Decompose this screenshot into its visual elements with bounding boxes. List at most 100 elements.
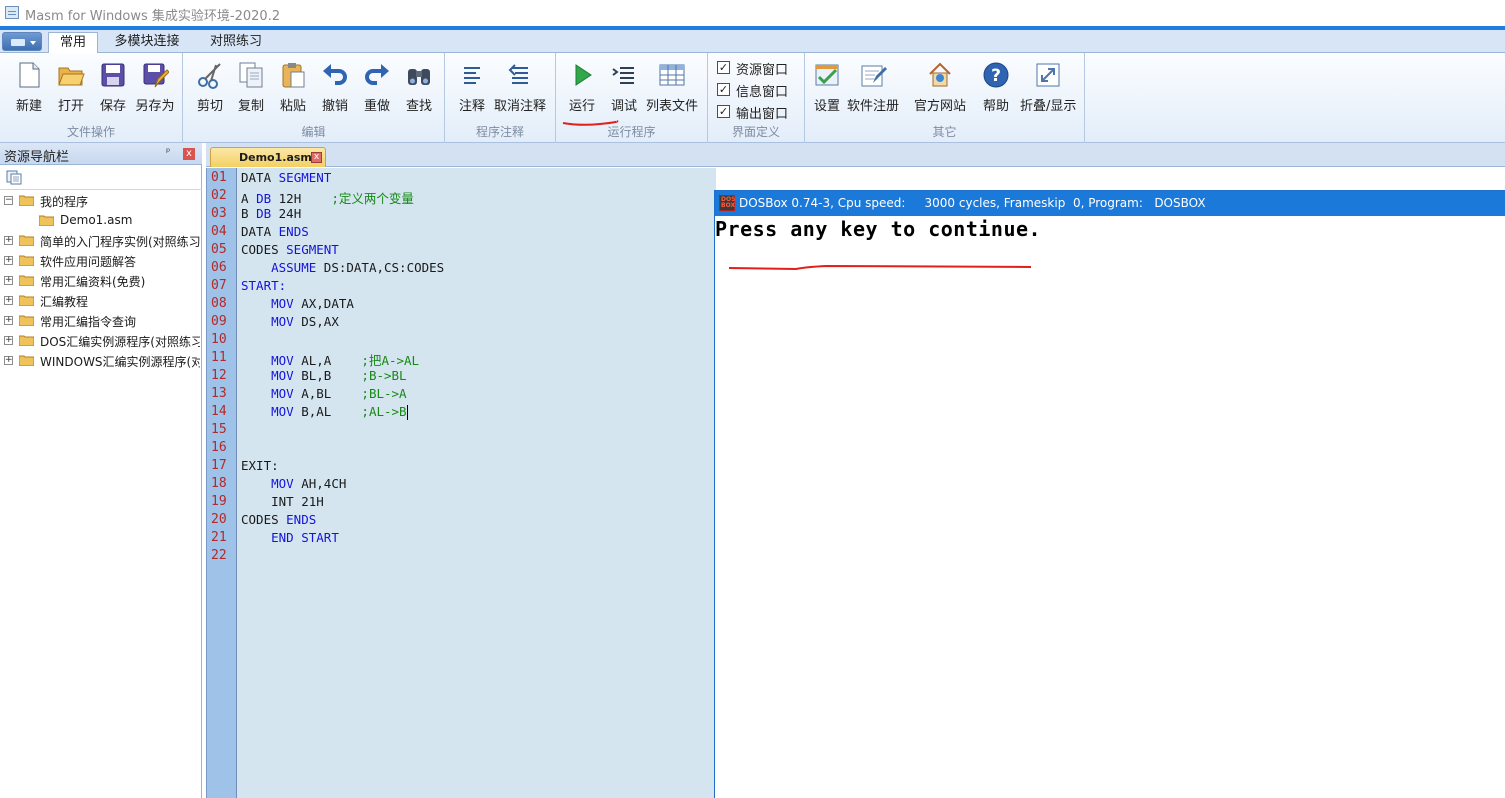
group-comment: 注释 取消注释 程序注释 — [445, 53, 556, 143]
group-file: 新建 打开 保存 另存为 文件操作 — [0, 53, 183, 143]
settings-button[interactable]: 设置 — [805, 58, 849, 114]
code-token: DATA — [241, 170, 279, 185]
code-line: INT 21H — [241, 494, 324, 509]
tree-node[interactable]: Demo1.asm — [0, 211, 200, 231]
keyword-token: DB — [256, 206, 272, 221]
website-button[interactable]: 官方网站 — [914, 58, 966, 114]
navigator-toolbar — [0, 166, 202, 190]
code-token: AX,DATA — [293, 296, 354, 311]
code-token: INT 21H — [271, 494, 324, 509]
line-number: 17 — [211, 458, 227, 473]
debug-button[interactable]: 调试 — [602, 58, 646, 114]
code-line: ASSUME DS:DATA,CS:CODES — [241, 260, 444, 275]
window-title: Masm for Windows 集成实验环境-2020.2 — [25, 9, 281, 24]
line-number: 21 — [211, 530, 227, 545]
comment-token: ;定义两个变量 — [331, 191, 414, 206]
register-button[interactable]: 软件注册 — [847, 58, 899, 114]
expand-icon[interactable]: + — [4, 316, 13, 325]
expand-icon[interactable]: + — [4, 356, 13, 365]
code-line: MOV B,AL ;AL->B — [241, 404, 407, 419]
tab-practice[interactable]: 对照练习 — [196, 32, 276, 54]
navigator-header: 资源导航栏 ᵖ x — [0, 143, 202, 165]
dosbox-window[interactable]: DOS BOX DOSBox 0.74-3, Cpu speed: 3000 c… — [714, 190, 1505, 798]
help-icon: ? — [983, 62, 1009, 88]
line-number: 16 — [211, 440, 227, 455]
expand-icon[interactable]: + — [4, 276, 13, 285]
line-number: 18 — [211, 476, 227, 491]
pin-icon[interactable]: ᵖ — [166, 147, 170, 158]
tree-node[interactable]: + WINDOWS汇编实例源程序(对照) — [0, 351, 200, 371]
tab-common[interactable]: 常用 — [48, 32, 98, 54]
folder-icon — [19, 235, 34, 246]
folder-icon — [19, 275, 34, 286]
checkbox[interactable]: ✓ — [717, 61, 730, 74]
code-token: A,BL — [293, 386, 362, 401]
undo-icon — [323, 64, 347, 85]
checkbox[interactable]: ✓ — [717, 105, 730, 118]
tree-node[interactable]: + 汇编教程 — [0, 291, 200, 311]
code-token: BL,B — [293, 368, 362, 383]
app-menu-button[interactable] — [2, 32, 42, 51]
list-file-button[interactable]: 列表文件 — [646, 58, 698, 114]
ribbon: 新建 打开 保存 另存为 文件操作 剪切 复制 粘贴 撤销 重做 查找 编辑 注… — [0, 53, 1505, 143]
keyword-token: ENDS — [278, 224, 309, 239]
expand-icon[interactable]: + — [4, 256, 13, 265]
group-label-view: 界面定义 — [731, 125, 780, 139]
code-token: A — [241, 191, 257, 206]
tree-node[interactable]: + 常用汇编指令查询 — [0, 311, 200, 331]
tree-node[interactable]: − 我的程序 — [0, 191, 200, 211]
line-number: 06 — [211, 260, 227, 275]
navigator-close-icon[interactable]: x — [183, 148, 195, 160]
code-token: 24H — [271, 206, 302, 221]
keyword-token: MOV — [271, 353, 294, 368]
comment-token: ;AL->B — [361, 404, 407, 419]
code-line: MOV BL,B ;B->BL — [241, 368, 406, 383]
keyword-token: MOV — [271, 476, 294, 491]
comment-button[interactable]: 注释 — [450, 58, 494, 114]
code-token: CODES — [241, 512, 287, 527]
collapse-icon[interactable]: − — [4, 196, 13, 205]
expand-icon[interactable]: + — [4, 236, 13, 245]
code-line: MOV AX,DATA — [241, 296, 354, 311]
find-button[interactable]: 查找 — [397, 58, 441, 114]
uncomment-button[interactable]: 取消注释 — [494, 58, 546, 114]
help-button[interactable]: ? 帮助 — [974, 58, 1018, 114]
code-line: START: — [241, 278, 286, 293]
line-number: 22 — [211, 548, 227, 563]
play-icon — [575, 64, 592, 86]
navigator-tool-icon[interactable] — [6, 170, 22, 185]
tab-close-icon[interactable]: x — [311, 152, 322, 163]
code-editor[interactable]: 01 02 03 04 05 06 07 08 09 10 11 12 13 14 15 16 17 18 19 20… — [206, 168, 716, 798]
code-line: MOV DS,AX — [241, 314, 339, 329]
dosbox-title-bar[interactable]: DOS BOX DOSBox 0.74-3, Cpu speed: 3000 c… — [715, 191, 1505, 216]
expand-icon[interactable]: + — [4, 296, 13, 305]
tree-node[interactable]: + 软件应用问题解答 — [0, 251, 200, 271]
line-number: 12 — [211, 368, 227, 383]
tree-node[interactable]: + 常用汇编资料(免费) — [0, 271, 200, 291]
open-folder-icon — [58, 67, 85, 86]
keyword-token: MOV — [271, 404, 294, 419]
copy-icon — [239, 62, 263, 88]
keyword-token: MOV — [271, 296, 294, 311]
editor-tab-demo1[interactable]: Demo1.asm x — [210, 147, 326, 167]
line-number: 15 — [211, 422, 227, 437]
tree-node[interactable]: + 简单的入门程序实例(对照练习) — [0, 231, 200, 251]
group-label-file: 文件操作 — [66, 125, 115, 139]
code-line: A DB 12H ;定义两个变量 — [241, 188, 414, 207]
expand-icon[interactable]: + — [4, 336, 13, 345]
code-line: END START — [241, 530, 339, 545]
folder-icon — [19, 195, 34, 206]
save-as-button[interactable]: 另存为 — [133, 58, 177, 114]
checkbox[interactable]: ✓ — [717, 83, 730, 96]
fold-toggle-button[interactable]: 折叠/显示 — [1020, 58, 1076, 114]
tree-node[interactable]: + DOS汇编实例源程序(对照练习) — [0, 331, 200, 351]
tab-multi-module[interactable]: 多模块连接 — [104, 32, 190, 54]
uncomment-icon — [508, 64, 528, 84]
group-edit: 剪切 复制 粘贴 撤销 重做 查找 编辑 — [183, 53, 445, 143]
